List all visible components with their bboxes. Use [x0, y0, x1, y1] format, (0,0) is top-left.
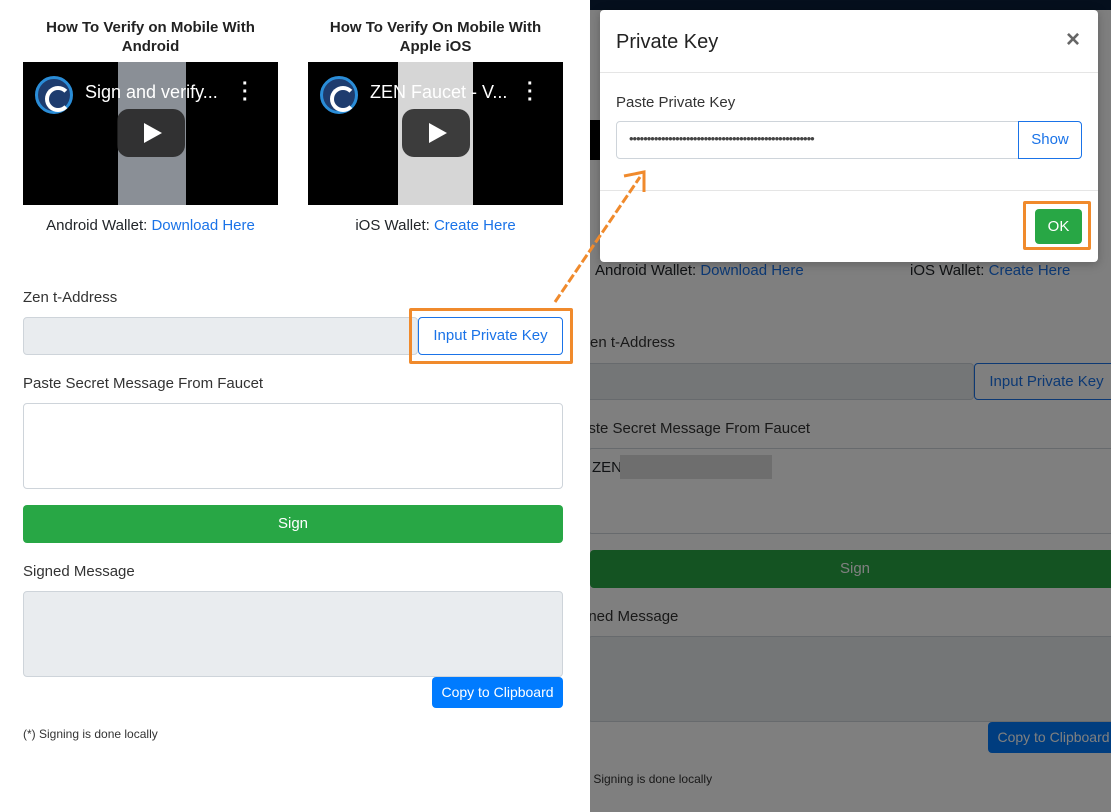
footnote: (*) Signing is done locally [23, 727, 158, 741]
video-title: ZEN Faucet - V... [370, 82, 508, 102]
signed-message-output[interactable] [23, 591, 563, 677]
private-key-value: ••••••••••••••••••••••••••••••••••••••••… [629, 131, 815, 146]
sign-button[interactable]: Sign [23, 505, 563, 543]
android-video-player[interactable]: Sign and verify... · · · [23, 62, 278, 205]
android-heading-line1: How To Verify on Mobile With [46, 19, 255, 36]
copy-to-clipboard-button[interactable]: Copy to Clipboard [432, 677, 563, 708]
ok-button[interactable]: OK [1035, 209, 1082, 244]
secret-message-label: Paste Secret Message From Faucet [23, 375, 264, 392]
annotation-arrow [553, 170, 646, 303]
android-heading-line2: Android [121, 38, 180, 55]
android-wallet-link[interactable]: Download Here [151, 217, 254, 234]
play-icon[interactable] [117, 109, 185, 157]
modal-footer-divider [600, 190, 1098, 191]
ios-heading-line1: How To Verify On Mobile With [329, 19, 542, 36]
android-wallet-line: Android Wallet: Download Here [23, 217, 278, 234]
modal-title: Private Key [616, 31, 719, 53]
android-video-heading: How To Verify on Mobile With Android [23, 18, 278, 56]
address-label: Zen t-Address [23, 289, 118, 306]
input-private-key-button[interactable]: Input Private Key [418, 317, 563, 355]
address-field[interactable] [23, 317, 418, 355]
private-key-modal: Private Key × Paste Private Key ••••••••… [600, 10, 1098, 262]
ios-wallet-line: iOS Wallet: Create Here [308, 217, 563, 234]
private-key-input[interactable]: ••••••••••••••••••••••••••••••••••••••••… [616, 121, 1019, 159]
more-options-icon[interactable]: · · · [527, 74, 534, 110]
android-wallet-label: Android Wallet: [46, 217, 148, 234]
channel-logo-icon [35, 76, 73, 114]
arrow-head [623, 170, 646, 192]
ios-wallet-label: iOS Wallet: [355, 217, 430, 234]
more-options-icon[interactable]: · · · [242, 74, 249, 110]
ios-video-heading: How To Verify On Mobile With Apple iOS [308, 18, 563, 56]
show-key-button[interactable]: Show [1018, 121, 1082, 159]
ios-heading-line2: Apple iOS [399, 38, 472, 55]
channel-logo-icon [320, 76, 358, 114]
ios-video-player[interactable]: ZEN Faucet - V... · · · [308, 62, 563, 205]
arrow-line [553, 176, 642, 303]
signed-message-label: Signed Message [23, 563, 135, 580]
secret-message-input[interactable] [23, 403, 563, 489]
video-title: Sign and verify... [85, 82, 218, 102]
ios-wallet-link[interactable]: Create Here [434, 217, 516, 234]
play-icon[interactable] [402, 109, 470, 157]
private-key-label: Paste Private Key [616, 94, 736, 111]
close-icon[interactable]: × [1066, 26, 1080, 54]
modal-header-divider [600, 72, 1098, 73]
